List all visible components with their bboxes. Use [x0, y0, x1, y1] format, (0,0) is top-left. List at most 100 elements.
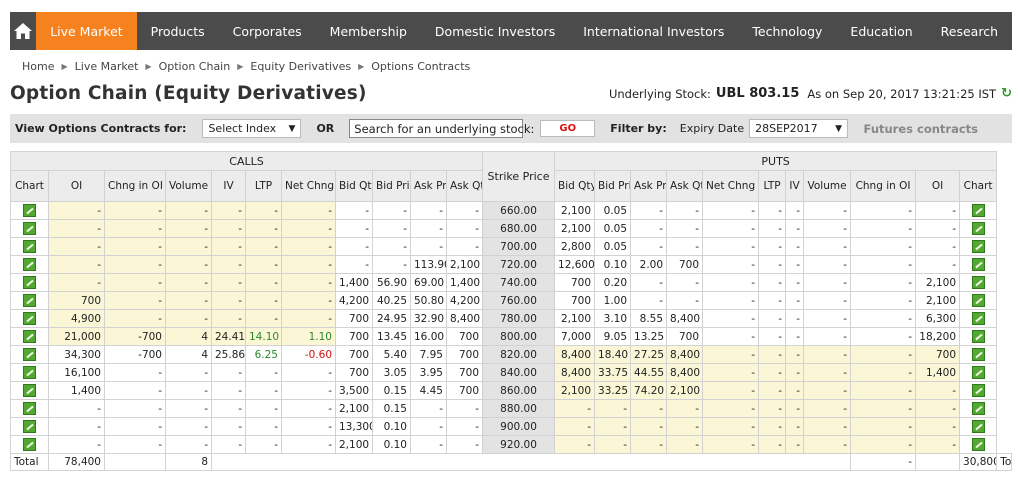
chart-icon[interactable] — [971, 330, 985, 343]
chart-icon[interactable] — [23, 240, 36, 253]
chart-icon[interactable] — [23, 384, 36, 397]
home-button[interactable] — [10, 12, 36, 50]
call-cell: - — [281, 417, 336, 436]
put-cell: 0.05 — [594, 219, 632, 238]
put-cell: - — [594, 399, 632, 418]
call-cell: - — [445, 237, 484, 256]
chart-icon[interactable] — [23, 438, 36, 451]
chart-icon[interactable] — [971, 276, 985, 289]
chart-icon[interactable] — [23, 294, 36, 307]
chart-icon[interactable] — [971, 384, 985, 397]
nav-item-technology[interactable]: Technology — [738, 12, 836, 50]
stock-search-input[interactable]: Search for an underlying stock: — [349, 119, 534, 138]
nav-item-research[interactable]: Research — [927, 12, 1012, 50]
call-cell: - — [245, 363, 282, 382]
chart-icon[interactable] — [23, 222, 36, 235]
chart-icon[interactable] — [23, 420, 36, 433]
nav-item-corporates[interactable]: Corporates — [219, 12, 316, 50]
chart-icon[interactable] — [23, 204, 36, 217]
nav-item-products[interactable]: Products — [137, 12, 219, 50]
call-cell: - — [104, 219, 166, 238]
chart-icon[interactable] — [971, 402, 985, 415]
chart-icon[interactable] — [23, 276, 36, 289]
nav-item-membership[interactable]: Membership — [316, 12, 421, 50]
put-col-header: OI — [915, 170, 961, 202]
breadcrumb-item[interactable]: Home — [22, 60, 54, 73]
chart-icon[interactable] — [971, 312, 985, 325]
chart-icon[interactable] — [971, 294, 985, 307]
chart-icon[interactable] — [23, 402, 36, 415]
chart-icon[interactable] — [971, 420, 985, 433]
table-row: - - - - - -1,400 56.90 69.00 1,400 740.00 700 0.20-… — [10, 273, 1012, 292]
chart-icon[interactable] — [971, 348, 985, 361]
put-cell: - — [702, 255, 760, 274]
chart-icon[interactable] — [971, 258, 985, 271]
put-cell: - — [915, 201, 961, 220]
call-cell: 1,400 — [445, 273, 484, 292]
index-select[interactable]: Select Index ▼ — [202, 119, 302, 138]
put-col-header: Ask Price — [630, 170, 668, 202]
put-cell: - — [785, 237, 805, 256]
chart-icon[interactable] — [971, 438, 985, 451]
chart-icon[interactable] — [23, 312, 36, 325]
put-cell: 27.25 — [630, 345, 668, 364]
put-cell: - — [666, 291, 704, 310]
chart-icon[interactable] — [971, 204, 985, 217]
table-row: 16,100- - - - -700 3.05 3.95 700 840.00 8,400 33.7… — [10, 363, 1012, 382]
put-chart-cell — [959, 435, 998, 454]
call-cell: - — [165, 399, 212, 418]
expiry-select[interactable]: 28SEP2017 ▼ — [749, 119, 849, 138]
breadcrumb: Home ▶ Live Market ▶ Option Chain ▶ Equity Der… — [22, 60, 470, 73]
call-col-header: Chng in OI — [104, 170, 166, 202]
breadcrumb-item[interactable]: Live Market — [75, 60, 139, 73]
put-cell: - — [785, 309, 805, 328]
call-cell: - — [165, 255, 212, 274]
call-col-header: Chart — [10, 170, 49, 202]
call-cell: 4.45 — [410, 381, 447, 400]
chart-icon[interactable] — [23, 258, 36, 271]
call-chart-cell — [10, 417, 49, 436]
call-chart-cell — [10, 291, 49, 310]
chart-icon[interactable] — [971, 222, 985, 235]
put-cell: - — [554, 435, 596, 454]
chart-icon[interactable] — [23, 366, 36, 379]
call-col-header: LTP — [245, 170, 282, 202]
call-cell: - — [245, 435, 282, 454]
call-chart-cell — [10, 363, 49, 382]
call-cell: - — [245, 399, 282, 418]
nav-item-domestic-investors[interactable]: Domestic Investors — [421, 12, 569, 50]
table-row: 21,000 -700 4 24.41 14.10 1.10 700 13.45 16.00 70… — [10, 327, 1012, 346]
put-cell: - — [850, 417, 917, 436]
call-cell: - — [281, 237, 336, 256]
chart-icon[interactable] — [971, 240, 985, 253]
nav-item-live-market[interactable]: Live Market — [36, 12, 137, 50]
chart-icon[interactable] — [23, 348, 36, 361]
put-cell: - — [630, 435, 668, 454]
put-cell: 8,400 — [666, 345, 704, 364]
total-call-chng-oi — [104, 453, 166, 471]
breadcrumb-item[interactable]: Option Chain — [159, 60, 231, 73]
breadcrumb-item[interactable]: Equity Derivatives — [250, 60, 351, 73]
chart-icon[interactable] — [971, 366, 985, 379]
call-cell: 700 — [445, 363, 484, 382]
nav-item-education[interactable]: Education — [836, 12, 926, 50]
put-col-header: Net Chng — [702, 170, 760, 202]
call-cell: - — [372, 237, 411, 256]
put-cell: - — [554, 417, 596, 436]
refresh-icon[interactable]: ↻ — [1001, 86, 1012, 101]
dropdown-arrow-icon: ▼ — [288, 123, 296, 134]
put-cell: 700 — [666, 327, 704, 346]
put-col-header: Volume — [803, 170, 852, 202]
go-button[interactable]: GO — [540, 120, 596, 137]
call-cell: 0.15 — [372, 399, 411, 418]
chart-icon[interactable] — [23, 330, 36, 343]
call-cell: 2,100 — [335, 399, 373, 418]
filter-by-label: Filter by: — [610, 122, 667, 135]
call-cell: 5.40 — [372, 345, 411, 364]
put-cell: - — [758, 201, 787, 220]
futures-contracts-link[interactable]: Futures contracts — [864, 122, 978, 136]
put-cell: - — [702, 291, 760, 310]
call-chart-cell — [10, 237, 49, 256]
nav-item-international-investors[interactable]: International Investors — [569, 12, 738, 50]
put-cell: 1.00 — [594, 291, 632, 310]
